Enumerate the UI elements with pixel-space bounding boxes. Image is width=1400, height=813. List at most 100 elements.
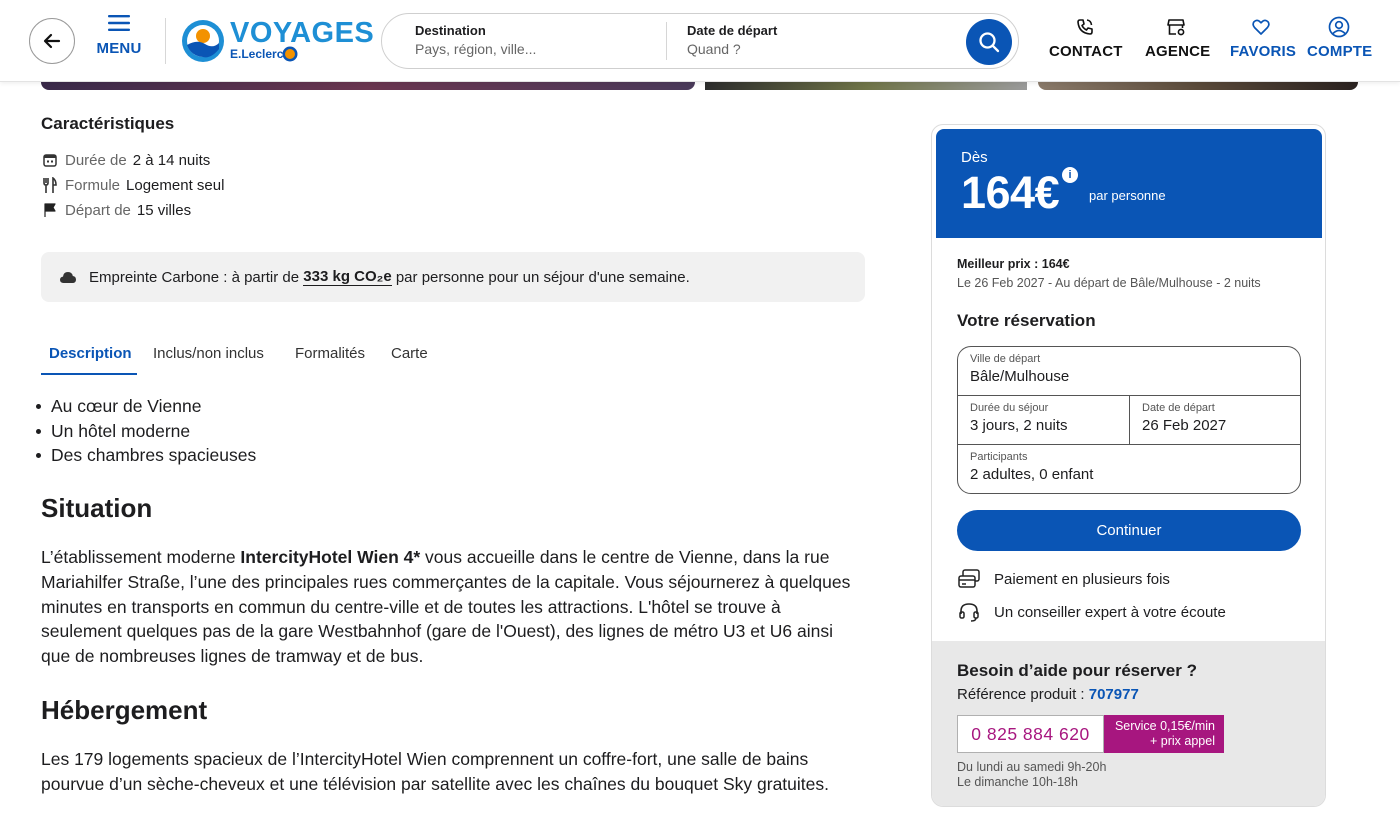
perk-payment: Paiement en plusieurs fois (957, 568, 1170, 590)
destination-field[interactable]: Destination Pays, région, ville... (415, 23, 655, 57)
phone-icon (1077, 19, 1093, 35)
call-price-line1: Service 0,15€/min (1114, 719, 1215, 733)
stay-duration-label: Durée du séjour (970, 402, 1049, 414)
nav-favoris-label: FAVORIS (1230, 43, 1297, 60)
perk-advisor: Un conseiller expert à votre écoute (957, 601, 1226, 623)
call-price-line2: + prix appel (1150, 734, 1215, 748)
back-button[interactable] (29, 18, 75, 64)
credit-cards-icon (957, 568, 981, 590)
carbon-footprint-banner: Empreinte Carbone : à partir de 333 kg C… (41, 252, 865, 302)
nav-compte[interactable]: COMPTE (1307, 16, 1373, 61)
feature-departure-value: 15 villes (136, 201, 192, 219)
form-divider (958, 444, 1300, 445)
site-header: MENU VOYAGES E.Leclerc Destination Pays,… (0, 0, 1400, 82)
carbon-prefix: Empreinte Carbone : à partir de (89, 268, 300, 286)
list-item: Au cœur de Vienne (35, 394, 256, 419)
departure-date-field[interactable]: Date de départ Quand ? (687, 23, 927, 57)
destination-title: Destination (415, 23, 486, 38)
hours-weekdays: Du lundi au samedi 9h-20h (957, 760, 1107, 774)
departure-date-select[interactable]: Date de départ 26 Feb 2027 (1142, 402, 1292, 434)
nav-agence-label: AGENCE (1145, 43, 1211, 60)
participants-value: 2 adultes, 0 enfant (970, 466, 1094, 483)
user-account-icon (1328, 16, 1350, 38)
stay-duration-field[interactable]: Durée du séjour 3 jours, 2 nuits (970, 402, 1120, 434)
flag-icon (41, 201, 59, 219)
list-item: Un hôtel moderne (35, 419, 256, 444)
carbon-suffix: par personne pour un séjour d'une semain… (395, 268, 690, 286)
feature-departure: Départ de 15 villes (41, 201, 191, 219)
nav-contact[interactable]: CONTACT (1049, 16, 1123, 61)
tab-formalites[interactable]: Formalités (295, 345, 365, 362)
situation-title: Situation (41, 493, 153, 523)
logo-word: VOYAGES (230, 17, 375, 49)
date-placeholder: Quand ? (687, 41, 741, 57)
menu-label: MENU (96, 40, 142, 57)
hebergement-title: Hébergement (41, 695, 208, 725)
hamburger-icon (108, 15, 130, 31)
info-icon[interactable]: i (1062, 167, 1078, 183)
leclerc-badge-icon (282, 46, 298, 62)
help-title: Besoin d’aide pour réserver ? (957, 661, 1197, 680)
feature-departure-key: Départ de (65, 201, 131, 219)
departure-date-label: Date de départ (1142, 402, 1215, 414)
header-divider (165, 18, 166, 64)
departure-city-field[interactable]: Ville de départ Bâle/Mulhouse (970, 353, 1290, 385)
continue-button[interactable]: Continuer (957, 510, 1301, 551)
product-reference-value: 707977 (1088, 686, 1139, 703)
perk-payment-label: Paiement en plusieurs fois (994, 570, 1170, 588)
tab-carte[interactable]: Carte (391, 345, 428, 362)
logo-emblem-icon (182, 20, 224, 62)
departure-date-value: 26 Feb 2027 (1142, 417, 1227, 434)
features-title: Caractéristiques (41, 114, 175, 133)
product-reference: Référence produit : 707977 (957, 686, 1139, 703)
search-separator (666, 22, 667, 60)
departure-city-value: Bâle/Mulhouse (970, 368, 1070, 385)
search-icon (979, 32, 1000, 53)
feature-formula-key: Formule (65, 176, 121, 194)
menu-button[interactable]: MENU (96, 14, 142, 58)
phone-number[interactable]: 0 825 884 620 (957, 715, 1104, 753)
hours-sunday: Le dimanche 10h-18h (957, 774, 1078, 789)
stay-duration-value: 3 jours, 2 nuits (970, 417, 1068, 434)
nav-favoris[interactable]: FAVORIS (1230, 16, 1296, 61)
search-bar: Destination Pays, région, ville... Date … (381, 13, 1019, 69)
highlights-list: Au cœur de Vienne Un hôtel moderne Des c… (35, 394, 256, 468)
price-prefix: Dès (961, 149, 988, 166)
booking-card: Dès 164€ i par personne Meilleur prix : … (931, 124, 1326, 807)
headset-icon (957, 601, 981, 623)
phone-number-block[interactable]: 0 825 884 620 Service 0,15€/min + prix a… (957, 715, 1224, 753)
call-price-badge: Service 0,15€/min + prix appel (1104, 715, 1224, 753)
best-price-detail: Le 26 Feb 2027 - Au départ de Bâle/Mulho… (957, 276, 1261, 290)
situation-text-pre: L’établissement moderne (41, 547, 241, 567)
situation-text: L’établissement moderne IntercityHotel W… (41, 545, 861, 669)
participants-label: Participants (970, 451, 1028, 463)
reservation-form: Ville de départ Bâle/Mulhouse Durée du s… (957, 346, 1301, 494)
perk-advisor-label: Un conseiller expert à votre écoute (994, 603, 1226, 621)
voyages-leclerc-logo[interactable]: VOYAGES E.Leclerc (181, 17, 374, 65)
nav-agence[interactable]: AGENCE (1145, 16, 1211, 61)
feature-formula: Formule Logement seul (41, 176, 224, 194)
calendar-icon (41, 151, 59, 169)
date-title: Date de départ (687, 23, 778, 38)
nav-compte-label: COMPTE (1307, 43, 1373, 60)
opening-hours: Du lundi au samedi 9h-20h Le dimanche 10… (957, 760, 1106, 789)
price-amount: 164€ (961, 167, 1060, 218)
hebergement-text: Les 179 logements spacieux de l’Intercit… (41, 749, 829, 794)
participants-field[interactable]: Participants 2 adultes, 0 enfant (970, 451, 1290, 483)
feature-duration-key: Durée de (65, 151, 127, 169)
tab-inclus[interactable]: Inclus/non inclus (153, 345, 264, 362)
tab-description[interactable]: Description (49, 345, 132, 362)
help-section: Besoin d’aide pour réserver ? Référence … (932, 641, 1325, 806)
nav-contact-label: CONTACT (1049, 43, 1123, 60)
departure-city-label: Ville de départ (970, 353, 1041, 365)
cutlery-icon (41, 176, 59, 194)
search-button[interactable] (966, 19, 1012, 65)
best-price-info: Meilleur prix : 164€ Le 26 Feb 2027 - Au… (957, 257, 1261, 290)
store-icon (1167, 19, 1185, 36)
list-item: Des chambres spacieuses (35, 443, 256, 468)
feature-duration-value: 2 à 14 nuits (132, 151, 211, 169)
carbon-value[interactable]: 333 kg CO₂e (303, 268, 392, 286)
price-box: Dès 164€ i par personne (936, 129, 1322, 238)
product-reference-label: Référence produit : (957, 686, 1085, 703)
reservation-title: Votre réservation (957, 311, 1096, 330)
